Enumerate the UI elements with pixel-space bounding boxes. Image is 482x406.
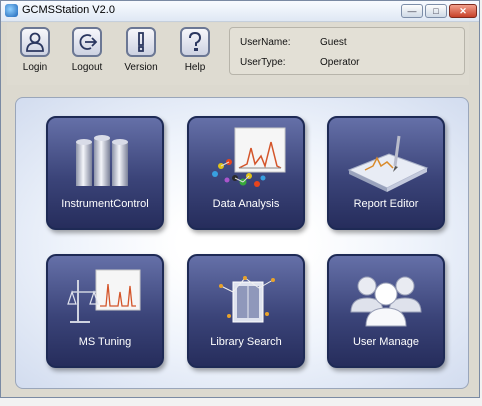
logout-button[interactable]: Logout [63,27,111,85]
user-manage-label: User Manage [352,336,420,348]
user-info-panel: UserName: Guest UserType: Operator [229,27,465,75]
usertype-key: UserType: [240,57,286,68]
library-search-label: Library Search [210,336,282,348]
instrument-control-tile[interactable]: InstrumentControl [46,116,164,230]
help-label: Help [184,62,206,73]
ms-tuning-tile[interactable]: MS Tuning [46,254,164,368]
close-button[interactable]: ✕ [449,4,477,18]
login-label: Login [22,62,48,73]
data-analysis-icon [212,127,286,187]
report-editor-icon [347,135,429,192]
app-icon [5,4,18,17]
data-analysis-tile[interactable]: Data Analysis [187,116,305,230]
toolbar: Login Logout Version Help UserName: Gues… [7,23,469,85]
module-panel: InstrumentControl Data Analysis Report E… [15,97,469,389]
help-button[interactable]: Help [171,27,219,85]
version-button[interactable]: Version [117,27,165,85]
instrument-control-icon [76,135,128,186]
ms-tuning-icon [67,269,141,323]
report-editor-tile[interactable]: Report Editor [327,116,445,230]
version-icon [126,27,156,57]
maximize-button[interactable]: □ [425,4,447,18]
title-bar[interactable]: GCMSStation V2.0 — □ ✕ [1,1,479,22]
username-key: UserName: [240,37,291,48]
user-manage-icon [350,276,422,327]
version-label: Version [124,62,158,73]
library-search-icon [219,276,275,323]
user-manage-tile[interactable]: User Manage [327,254,445,368]
username-value: Guest [320,37,347,48]
window-title: GCMSStation V2.0 [22,4,115,16]
logout-icon [72,27,102,57]
logout-label: Logout [71,62,103,73]
ms-tuning-label: MS Tuning [78,336,132,348]
usertype-value: Operator [320,57,360,68]
instrument-control-label: InstrumentControl [61,198,149,210]
app-window: GCMSStation V2.0 — □ ✕ Login Logout Vers… [0,0,480,398]
report-editor-label: Report Editor [353,198,419,210]
login-icon [20,27,50,57]
library-search-tile[interactable]: Library Search [187,254,305,368]
login-button[interactable]: Login [11,27,59,85]
data-analysis-label: Data Analysis [212,198,280,210]
help-icon [180,27,210,57]
minimize-button[interactable]: — [401,4,423,18]
